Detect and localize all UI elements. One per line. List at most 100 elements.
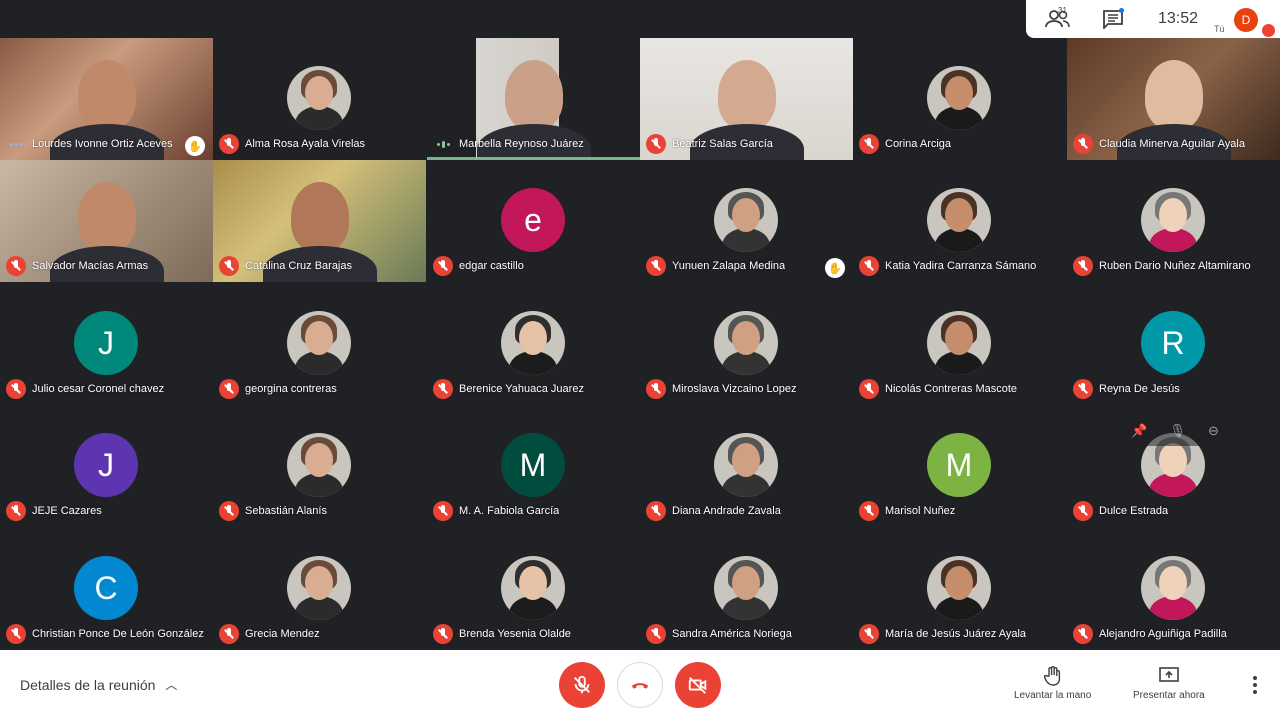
participant-tile[interactable]: J JEJE Cazares <box>0 405 213 527</box>
participant-caption: Julio cesar Coronel chavez <box>6 379 211 399</box>
participant-name: Lourdes Ivonne Ortiz Aceves <box>32 138 173 150</box>
participant-tile[interactable]: Grecia Mendez <box>213 528 426 650</box>
camera-off-icon <box>688 677 707 694</box>
participant-tile[interactable]: Yunuen Zalapa Medina ✋ <box>640 160 853 282</box>
participant-name: Grecia Mendez <box>245 628 320 640</box>
mic-muted-icon <box>859 256 879 276</box>
participant-caption: Dulce Estrada <box>1073 501 1278 521</box>
bottom-bar: Detalles de la reunión ︿ Levantar la man… <box>0 650 1280 720</box>
mic-muted-icon <box>433 624 453 644</box>
remove-participant-icon[interactable]: ⊖ <box>1208 423 1219 439</box>
present-now-button[interactable]: Presentar ahora <box>1133 666 1205 701</box>
mic-muted-icon <box>1073 501 1093 521</box>
mic-muted-icon <box>6 501 26 521</box>
mic-muted-icon <box>433 256 453 276</box>
raised-hand-icon: ✋ <box>185 136 205 156</box>
participant-tile[interactable]: Alejandro Aguiñiga Padilla <box>1067 528 1280 650</box>
participant-avatar: e <box>501 188 565 252</box>
participant-tile[interactable]: Nicolás Contreras Mascote <box>853 283 1066 405</box>
participant-tile[interactable]: Alma Rosa Ayala Virelas <box>213 38 426 160</box>
participant-tile[interactable]: Marbella Reynoso Juárez <box>427 38 640 160</box>
participant-tile[interactable]: Katia Yadira Carranza Sámano <box>853 160 1066 282</box>
meeting-details-button[interactable]: Detalles de la reunión ︿ <box>20 676 177 693</box>
participant-tile[interactable]: Ruben Dario Nuñez Altamirano <box>1067 160 1280 282</box>
participant-avatar-photo <box>1141 556 1205 620</box>
participant-caption: Lourdes Ivonne Ortiz Aceves <box>6 134 211 154</box>
self-mic-muted-icon <box>1262 24 1275 37</box>
participant-caption: Reyna De Jesús <box>1073 379 1278 399</box>
participant-name: Katia Yadira Carranza Sámano <box>885 260 1037 272</box>
participant-tile[interactable]: Diana Andrade Zavala <box>640 405 853 527</box>
participant-name: Yunuen Zalapa Medina <box>672 260 786 272</box>
participants-count: 31 <box>1058 6 1067 15</box>
raised-hand-icon: ✋ <box>825 258 845 278</box>
mic-muted-icon <box>219 624 239 644</box>
participant-tile[interactable]: J Julio cesar Coronel chavez <box>0 283 213 405</box>
participant-name: Nicolás Contreras Mascote <box>885 383 1018 395</box>
participant-face <box>1145 60 1203 130</box>
participant-tile[interactable]: georgina contreras <box>213 283 426 405</box>
participant-face <box>78 182 136 252</box>
participant-tile[interactable]: María de Jesús Juárez Ayala <box>853 528 1066 650</box>
participant-caption: Beatriz Salas García <box>646 134 851 154</box>
toggle-camera-button[interactable] <box>675 662 721 708</box>
mic-muted-icon <box>6 624 26 644</box>
participant-caption: M. A. Fabiola García <box>433 501 638 521</box>
participant-face <box>291 182 349 252</box>
participant-tile[interactable]: e edgar castillo <box>427 160 640 282</box>
participant-tile[interactable]: M M. A. Fabiola García <box>427 405 640 527</box>
participant-caption: Marbella Reynoso Juárez <box>433 134 638 154</box>
participant-avatar-photo <box>287 556 351 620</box>
participant-caption: Sandra América Noriega <box>646 624 851 644</box>
participant-tile[interactable]: Berenice Yahuaca Juarez <box>427 283 640 405</box>
participant-name: Miroslava Vizcaino Lopez <box>672 383 797 395</box>
participant-name: georgina contreras <box>245 383 337 395</box>
participant-avatar-photo <box>714 433 778 497</box>
mute-participant-icon[interactable]: 🎙 <box>1169 423 1186 439</box>
more-options-icon[interactable] <box>1252 676 1258 694</box>
leave-call-button[interactable] <box>617 662 663 708</box>
participant-caption: Alma Rosa Ayala Virelas <box>219 134 424 154</box>
self-avatar[interactable]: D <box>1234 8 1258 32</box>
participant-avatar-photo <box>1141 188 1205 252</box>
mic-muted-icon <box>859 624 879 644</box>
participant-tile[interactable]: Corina Arciga <box>853 38 1066 160</box>
participant-tile[interactable]: Lourdes Ivonne Ortiz Aceves ✋ <box>0 38 213 160</box>
participant-name: Marbella Reynoso Juárez <box>459 138 584 150</box>
mic-muted-icon <box>219 379 239 399</box>
participant-name: M. A. Fabiola García <box>459 505 560 517</box>
participant-tile[interactable]: Brenda Yesenia Olalde <box>427 528 640 650</box>
participant-caption: Ruben Dario Nuñez Altamirano <box>1073 256 1278 276</box>
participant-tile[interactable]: Miroslava Vizcaino Lopez <box>640 283 853 405</box>
chevron-up-icon: ︿ <box>165 678 178 692</box>
participant-name: Christian Ponce De León González <box>32 628 204 640</box>
participant-caption: Brenda Yesenia Olalde <box>433 624 638 644</box>
participant-caption: Christian Ponce De León González <box>6 624 211 644</box>
participant-tile[interactable]: Sebastián Alanís <box>213 405 426 527</box>
participant-caption: georgina contreras <box>219 379 424 399</box>
participant-tile[interactable]: Catalina Cruz Barajas <box>213 160 426 282</box>
participant-tile[interactable]: M Marisol Nuñez <box>853 405 1066 527</box>
participant-caption: Corina Arciga <box>859 134 1064 154</box>
participant-caption: María de Jesús Juárez Ayala <box>859 624 1064 644</box>
participant-tile[interactable]: R Reyna De Jesús <box>1067 283 1280 405</box>
participant-avatar: J <box>74 433 138 497</box>
participant-tile[interactable]: Claudia Minerva Aguilar Ayala <box>1067 38 1280 160</box>
participant-avatar-photo <box>714 311 778 375</box>
participant-tile[interactable]: Salvador Macías Armas <box>0 160 213 282</box>
participant-tile[interactable]: Sandra América Noriega <box>640 528 853 650</box>
toggle-mic-button[interactable] <box>559 662 605 708</box>
participant-avatar-photo <box>501 556 565 620</box>
participant-avatar: M <box>927 433 991 497</box>
pin-icon[interactable]: 📌 <box>1131 423 1147 439</box>
participant-tile[interactable]: Beatriz Salas García <box>640 38 853 160</box>
tile-hover-controls[interactable]: 📌 🎙 ⊖ <box>1120 416 1230 446</box>
audio-level-icon <box>433 134 453 154</box>
mic-muted-icon <box>219 256 239 276</box>
participant-name: Diana Andrade Zavala <box>672 505 781 517</box>
participant-avatar-photo <box>287 66 351 130</box>
raise-hand-button[interactable]: Levantar la mano <box>1014 666 1091 701</box>
participant-caption: Miroslava Vizcaino Lopez <box>646 379 851 399</box>
participant-caption: Diana Andrade Zavala <box>646 501 851 521</box>
participant-tile[interactable]: C Christian Ponce De León González <box>0 528 213 650</box>
